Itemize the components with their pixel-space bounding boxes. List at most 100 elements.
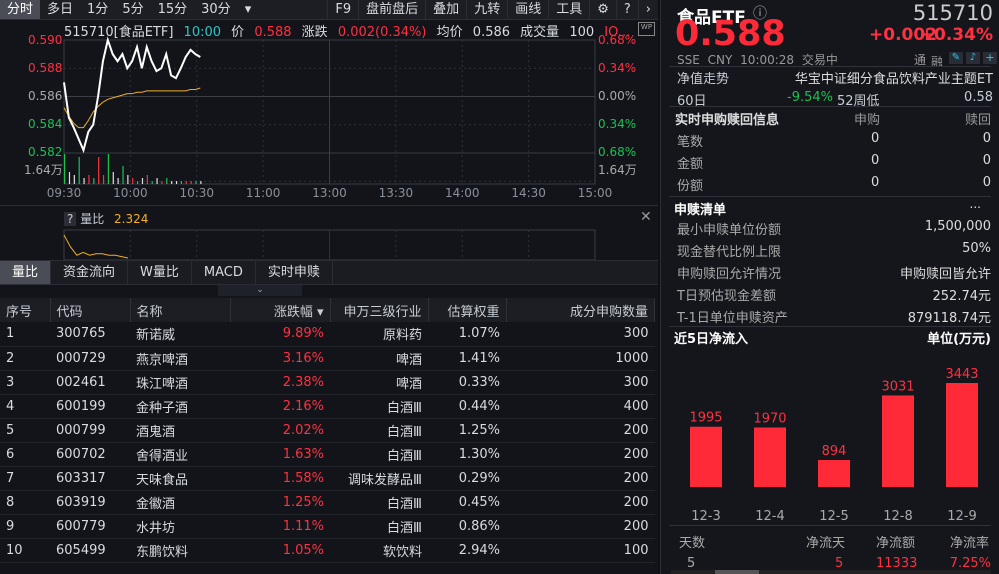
stats-value: 5 bbox=[835, 556, 844, 571]
volume-bar bbox=[200, 181, 202, 184]
col-subscribe-qty[interactable]: 成分申购数量 bbox=[506, 298, 655, 322]
last-price: 0.588 bbox=[675, 14, 786, 54]
volume-bar bbox=[137, 181, 139, 184]
volume-bar bbox=[112, 172, 114, 184]
inflow-date-label: 12-4 bbox=[755, 509, 785, 524]
table-row[interactable]: 8 603919 金徽酒 1.25% 白酒Ⅲ 0.45% 200 bbox=[0, 490, 655, 515]
avg-price-line bbox=[63, 87, 201, 129]
weight: 0.29% bbox=[428, 466, 506, 491]
rt-red-header: 赎回 bbox=[964, 113, 991, 128]
stock-name: 东鹏饮料 bbox=[130, 538, 230, 563]
table-row[interactable]: 6 600702 舍得酒业 1.63% 白酒Ⅲ 1.30% 200 bbox=[0, 442, 655, 467]
edit-icon[interactable]: ✎ bbox=[949, 52, 963, 64]
weight: 0.86% bbox=[428, 514, 506, 539]
more-button[interactable]: ... bbox=[970, 197, 981, 211]
help-icon[interactable]: ? bbox=[64, 212, 77, 226]
subscribe-qty: 1000 bbox=[506, 346, 655, 371]
tab-w-volume-ratio[interactable]: W量比 bbox=[128, 261, 192, 284]
tab-macd[interactable]: MACD bbox=[192, 261, 256, 284]
industry: 调味发酵品Ⅲ bbox=[330, 466, 428, 491]
industry: 白酒Ⅲ bbox=[330, 514, 428, 539]
subscribe-qty: 400 bbox=[506, 394, 655, 419]
col-index[interactable]: 序号 bbox=[0, 298, 51, 322]
volume-bar bbox=[156, 178, 158, 184]
subscribe-qty: 200 bbox=[506, 418, 655, 443]
table-row[interactable]: 2 000729 燕京啤酒 3.16% 啤酒 1.41% 1000 bbox=[0, 346, 655, 371]
sub-indicator-label: 量比 bbox=[80, 212, 105, 226]
subscribe-qty: 300 bbox=[506, 322, 655, 347]
tab-fund-flow[interactable]: 资金流向 bbox=[51, 261, 129, 284]
col-weight[interactable]: 估算权重 bbox=[428, 298, 507, 322]
volume-bar bbox=[98, 157, 100, 184]
scrollbar[interactable] bbox=[671, 570, 991, 574]
list-row-label: 现金替代比例上限 bbox=[677, 245, 782, 260]
volume-ratio-line bbox=[63, 234, 129, 259]
change-pct: 1.05% bbox=[230, 538, 330, 563]
bell-icon[interactable]: ♪ bbox=[966, 52, 980, 64]
table-row[interactable]: 1 300765 新诺威 9.89% 原料药 1.07% 300 bbox=[0, 322, 655, 347]
volume-bar bbox=[64, 154, 66, 184]
stock-code: 603919 bbox=[50, 490, 130, 515]
table-row[interactable]: 10 605499 东鹏饮料 1.05% 软饮料 2.94% 100 bbox=[0, 538, 655, 563]
volume-bar bbox=[195, 181, 197, 184]
stock-code: 603317 bbox=[50, 466, 130, 491]
table-row[interactable]: 5 000799 酒鬼酒 2.02% 白酒Ⅲ 1.25% 200 bbox=[0, 418, 655, 443]
price-line bbox=[63, 36, 201, 154]
weight: 0.45% bbox=[428, 490, 506, 515]
subscribe-qty: 200 bbox=[506, 514, 655, 539]
weight: 1.07% bbox=[428, 322, 506, 347]
col-code[interactable]: 代码 bbox=[50, 298, 131, 322]
table-row[interactable]: 7 603317 天味食品 1.58% 调味发酵品Ⅲ 0.29% 200 bbox=[0, 466, 655, 491]
stock-code: 000799 bbox=[50, 418, 130, 443]
rt-title: 实时申购赎回信息 bbox=[675, 113, 780, 128]
industry: 软饮料 bbox=[330, 538, 428, 563]
list-row-label: T日预估现金差额 bbox=[677, 289, 776, 304]
subscribe-qty: 200 bbox=[506, 466, 655, 491]
add-icon[interactable]: + bbox=[983, 52, 997, 64]
tab-realtime-redemption[interactable]: 实时申赎 bbox=[256, 261, 333, 284]
period-60d-value: -9.54% bbox=[787, 90, 833, 105]
currency: CNY bbox=[707, 53, 733, 67]
volume-bar bbox=[88, 175, 90, 184]
volume-bar bbox=[117, 178, 119, 184]
table-row[interactable]: 9 600779 水井坊 1.11% 白酒Ⅲ 0.86% 200 bbox=[0, 514, 655, 539]
stats-header: 天数 bbox=[679, 536, 706, 551]
change-pct: 1.25% bbox=[230, 490, 330, 515]
col-industry[interactable]: 申万三级行业 bbox=[330, 298, 429, 322]
tab-volume-ratio[interactable]: 量比 bbox=[0, 261, 52, 284]
constituents-table: 序号 代码 名称 涨跌幅 ▾ 申万三级行业 估算权重 成分申购数量 1 30076… bbox=[0, 298, 655, 563]
inflow-date-label: 12-9 bbox=[947, 509, 977, 524]
intraday-chart[interactable] bbox=[0, 0, 658, 200]
weight: 1.30% bbox=[428, 442, 506, 467]
quote-panel: 食品ETF ⓘ 515710 0.588 +0.002 +0.34% SSE C… bbox=[660, 0, 999, 574]
rt-red-value: 0 bbox=[982, 153, 991, 168]
table-row[interactable]: 3 002461 珠江啤酒 2.38% 啤酒 0.33% 300 bbox=[0, 370, 655, 395]
inflow-date-label: 12-8 bbox=[883, 509, 913, 524]
expand-chevron-icon[interactable]: ⌄ bbox=[218, 285, 302, 296]
row-index: 8 bbox=[0, 490, 50, 515]
col-name[interactable]: 名称 bbox=[130, 298, 231, 322]
volume-bar bbox=[73, 175, 75, 184]
volume-bar bbox=[78, 157, 80, 184]
stock-code: 600702 bbox=[50, 442, 130, 467]
nav-row[interactable]: 净值走势 华宝中证细分食品饮料产业主题ET bbox=[677, 68, 993, 87]
stock-name: 燕京啤酒 bbox=[130, 346, 230, 371]
volume-bar bbox=[107, 154, 110, 184]
stock-name: 天味食品 bbox=[130, 466, 230, 491]
industry: 白酒Ⅲ bbox=[330, 490, 428, 515]
stock-code: 605499 bbox=[50, 538, 130, 563]
volume-bar bbox=[190, 181, 192, 184]
exchange: SSE bbox=[677, 53, 700, 67]
divider bbox=[669, 326, 991, 327]
stats-value: 11333 bbox=[876, 556, 918, 571]
close-icon[interactable]: ✕ bbox=[640, 209, 652, 225]
list-row-label: T-1日单位申赎资产 bbox=[677, 311, 788, 326]
col-change-pct[interactable]: 涨跌幅 ▾ bbox=[230, 298, 331, 322]
row-index: 4 bbox=[0, 394, 50, 419]
stock-code: 600779 bbox=[50, 514, 130, 539]
stock-name: 舍得酒业 bbox=[130, 442, 230, 467]
stock-code: 000729 bbox=[50, 346, 130, 371]
rt-row-label: 笔数 bbox=[677, 135, 704, 150]
stock-code: 600199 bbox=[50, 394, 130, 419]
table-row[interactable]: 4 600199 金种子酒 2.16% 白酒Ⅲ 0.44% 400 bbox=[0, 394, 655, 419]
